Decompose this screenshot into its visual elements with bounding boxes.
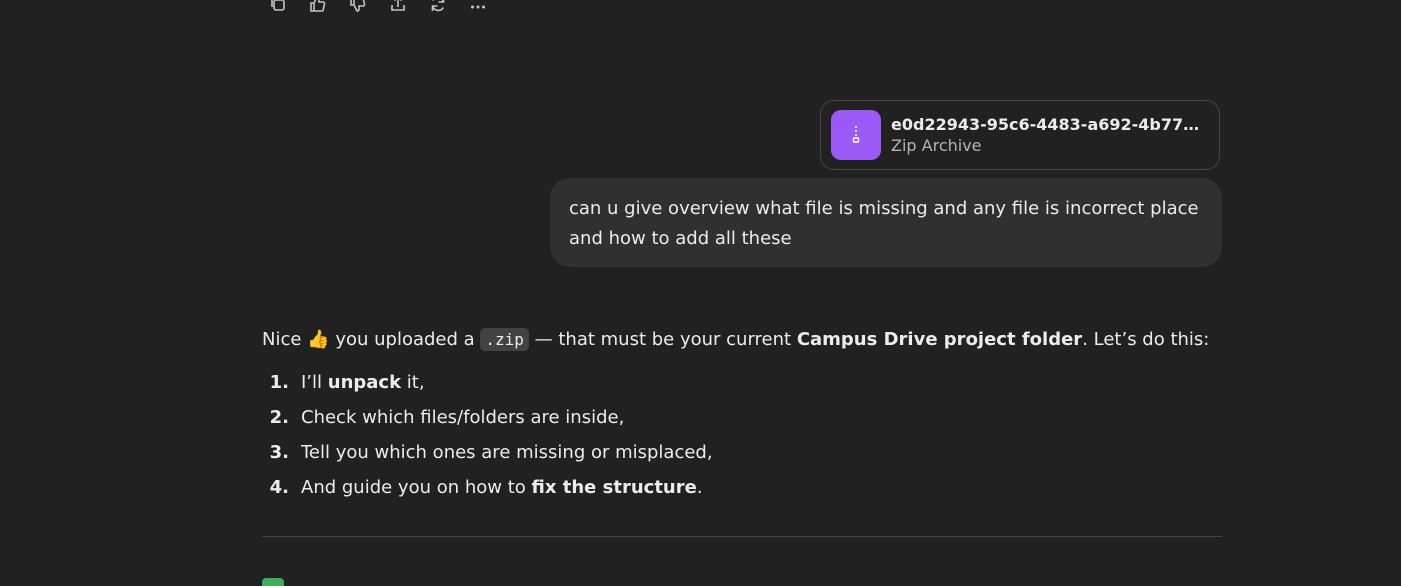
user-message-bubble: can u give overview what file is missing…	[550, 178, 1222, 267]
step-number: 1.	[269, 371, 289, 393]
file-meta: e0d22943-95c6-4483-a692-4b77feb9... Zip …	[891, 115, 1206, 155]
zip-file-icon	[831, 110, 881, 160]
list-item: 2. Check which files/folders are inside,	[262, 400, 1222, 435]
intro-text-4: . Let’s do this:	[1082, 329, 1210, 350]
step-number: 2.	[269, 406, 289, 428]
step-bold: fix the structure	[531, 476, 697, 498]
file-attachment-card[interactable]: e0d22943-95c6-4483-a692-4b77feb9... Zip …	[820, 100, 1220, 170]
thumbs-up-icon	[310, 0, 326, 12]
copy-icon	[271, 0, 285, 11]
intro-text-1: Nice	[262, 329, 308, 350]
regenerate-button[interactable]	[422, 0, 454, 16]
step-text-post: it,	[401, 371, 425, 393]
share-button[interactable]	[382, 0, 414, 16]
assistant-intro: Nice 👍 you uploaded a .zip — that must b…	[262, 325, 1222, 355]
intro-bold: Campus Drive project folder	[796, 329, 1083, 350]
inline-code: .zip	[480, 328, 529, 351]
file-name: e0d22943-95c6-4483-a692-4b77feb9...	[891, 115, 1206, 134]
step-number: 3.	[269, 441, 289, 463]
list-item: 1. I’ll unpack it,	[262, 365, 1222, 400]
step-text: And guide you on how to	[301, 476, 532, 498]
thumbs-down-button[interactable]	[342, 0, 374, 16]
step-text-post: .	[696, 476, 703, 498]
step-text: Check which files/folders are inside,	[301, 406, 625, 428]
intro-text-2: you uploaded a	[329, 329, 481, 350]
thumbs-down-icon	[350, 0, 366, 12]
thumbs-up-button[interactable]	[302, 0, 334, 16]
list-item: 3. Tell you which ones are missing or mi…	[262, 435, 1222, 470]
step-text: Tell you which ones are missing or mispl…	[301, 441, 713, 463]
share-icon	[391, 0, 405, 11]
chat-page: e0d22943-95c6-4483-a692-4b77feb9... Zip …	[0, 0, 1401, 586]
step-bold: unpack	[327, 371, 402, 393]
copy-button[interactable]	[262, 0, 294, 16]
intro-text-3: — that must be your current	[528, 329, 797, 350]
message-actions-toolbar	[262, 0, 494, 16]
list-item: 4. And guide you on how to fix the struc…	[262, 470, 1222, 505]
steps-list: 1. I’ll unpack it, 2. Check which files/…	[262, 365, 1222, 505]
truncated-next-line	[262, 578, 284, 586]
thumbs-up-emoji: 👍	[307, 329, 330, 350]
more-options-button[interactable]	[462, 0, 494, 16]
step-text: I’ll	[301, 371, 328, 393]
assistant-message: Nice 👍 you uploaded a .zip — that must b…	[262, 325, 1222, 505]
step-number: 4.	[269, 476, 289, 498]
user-message-text: can u give overview what file is missing…	[569, 198, 1199, 249]
check-mark-icon	[262, 578, 284, 586]
section-divider	[262, 536, 1222, 537]
file-type: Zip Archive	[891, 136, 982, 155]
more-icon	[471, 5, 485, 9]
regenerate-icon	[431, 0, 445, 12]
